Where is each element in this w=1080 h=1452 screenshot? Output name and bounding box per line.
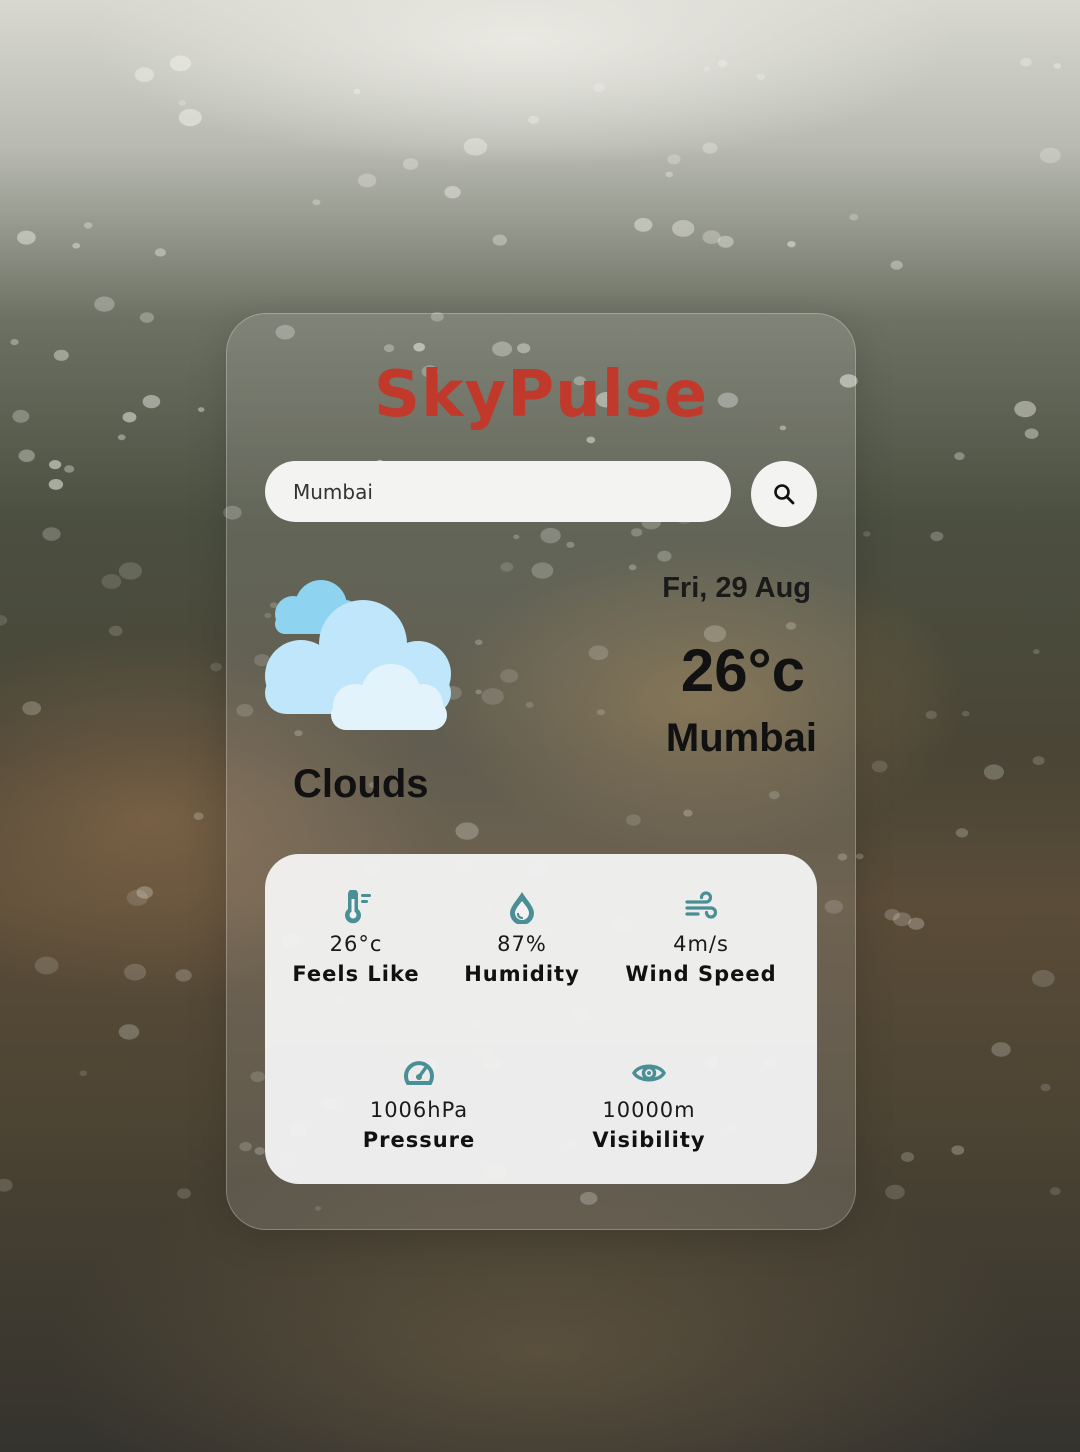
wind-icon (685, 891, 718, 919)
stat-label: Pressure (362, 1128, 476, 1152)
search-icon (774, 484, 795, 505)
stat-value: 1006hPa (369, 1098, 469, 1122)
stat-wind-speed: 4m/s Wind Speed (601, 890, 801, 986)
weather-details-panel: 26°c Feels Like 87% Humidity 4m/s Wind S… (265, 854, 817, 1184)
stat-label: Visibility (592, 1128, 706, 1152)
search-button[interactable] (751, 461, 817, 527)
stat-label: Wind Speed (625, 962, 777, 986)
clouds-icon (265, 580, 451, 730)
city-name: Mumbai (665, 716, 817, 760)
search-input[interactable] (265, 461, 731, 522)
weather-card: SkyPulse Clouds Fri, 29 (226, 313, 856, 1230)
thermometer-icon (345, 890, 371, 924)
stat-visibility: 10000m Visibility (549, 1056, 749, 1152)
current-date: Fri, 29 Aug (662, 572, 811, 604)
eye-icon (632, 1064, 666, 1082)
stat-pressure: 1006hPa Pressure (319, 1056, 519, 1152)
droplet-icon (510, 892, 534, 924)
app-title: SkyPulse (373, 358, 709, 432)
stat-label: Humidity (464, 962, 580, 986)
gauge-icon (404, 1061, 434, 1085)
current-temperature: 26°c (680, 637, 805, 704)
stat-value: 87% (497, 932, 547, 956)
stat-value: 4m/s (673, 932, 729, 956)
weather-condition: Clouds (293, 762, 429, 806)
stat-humidity: 87% Humidity (422, 890, 622, 986)
stat-value: 10000m (602, 1098, 696, 1122)
